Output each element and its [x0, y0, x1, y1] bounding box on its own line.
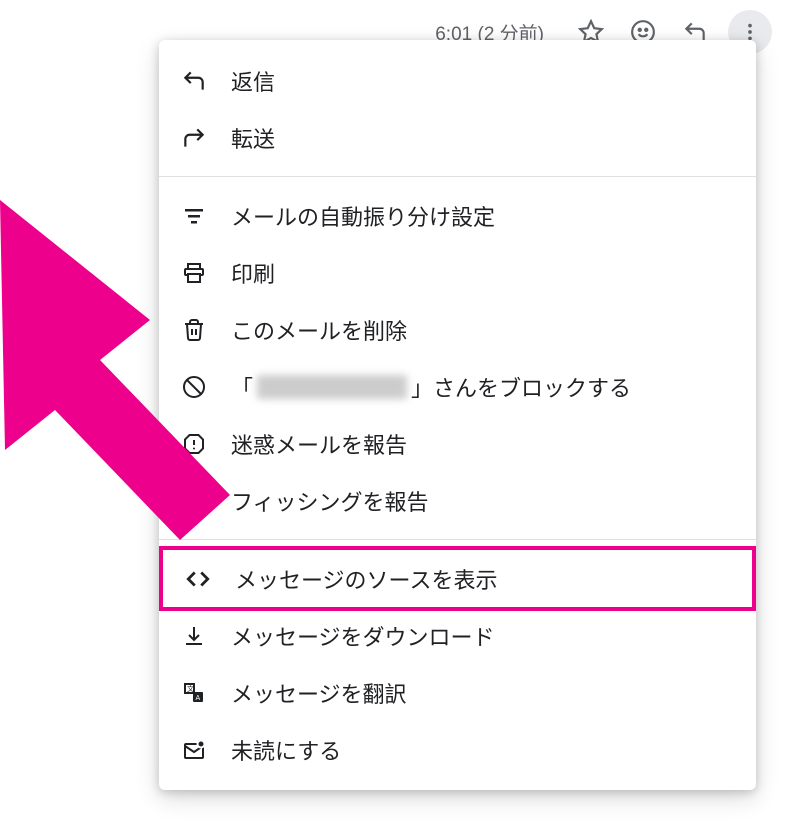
menu-item-label: 「 」さんをブロックする — [231, 371, 631, 403]
menu-item-show-original[interactable]: メッセージのソースを表示 — [159, 546, 756, 611]
reply-arrow-icon — [181, 68, 207, 94]
menu-item-report-spam[interactable]: 迷惑メールを報告 — [159, 415, 756, 472]
download-icon — [181, 623, 207, 649]
menu-item-label: 印刷 — [231, 257, 275, 289]
translate-icon: 文A — [181, 680, 207, 706]
print-icon — [181, 260, 207, 286]
menu-item-label: 迷惑メールを報告 — [231, 428, 407, 460]
menu-item-mark-unread[interactable]: 未読にする — [159, 721, 756, 778]
spam-icon — [181, 431, 207, 457]
svg-text:文: 文 — [187, 684, 194, 693]
block-suffix: 」さんをブロックする — [411, 371, 631, 403]
menu-item-report-phishing[interactable]: フィッシングを報告 — [159, 472, 756, 529]
menu-item-label: メッセージを翻訳 — [231, 677, 407, 709]
menu-item-label: メールの自動振り分け設定 — [231, 200, 495, 232]
menu-item-label: メッセージのソースを表示 — [235, 563, 497, 595]
block-prefix: 「 — [231, 371, 253, 403]
phishing-icon — [181, 488, 207, 514]
menu-item-filter[interactable]: メールの自動振り分け設定 — [159, 187, 756, 244]
menu-item-delete[interactable]: このメールを削除 — [159, 301, 756, 358]
redacted-sender-name — [257, 375, 407, 399]
menu-item-label: 返信 — [231, 65, 275, 97]
filter-icon — [181, 203, 207, 229]
menu-item-translate[interactable]: 文A メッセージを翻訳 — [159, 664, 756, 721]
block-icon — [181, 374, 207, 400]
menu-item-print[interactable]: 印刷 — [159, 244, 756, 301]
menu-item-label: 転送 — [231, 122, 275, 154]
menu-item-block[interactable]: 「 」さんをブロックする — [159, 358, 756, 415]
menu-item-label: 未読にする — [231, 734, 341, 766]
forward-arrow-icon — [181, 125, 207, 151]
menu-item-reply[interactable]: 返信 — [159, 52, 756, 109]
menu-item-label: このメールを削除 — [231, 314, 407, 346]
unread-icon — [181, 737, 207, 763]
menu-item-label: フィッシングを報告 — [231, 485, 429, 517]
code-icon — [185, 566, 211, 592]
trash-icon — [181, 317, 207, 343]
menu-divider — [159, 539, 756, 540]
menu-item-label: メッセージをダウンロード — [231, 620, 495, 652]
svg-text:A: A — [196, 695, 201, 702]
menu-divider — [159, 176, 756, 177]
menu-item-forward[interactable]: 転送 — [159, 109, 756, 166]
menu-item-download[interactable]: メッセージをダウンロード — [159, 607, 756, 664]
message-context-menu: 返信 転送 メールの自動振り分け設定 印刷 このメールを削除 「 」さんをブロッ — [159, 40, 756, 790]
